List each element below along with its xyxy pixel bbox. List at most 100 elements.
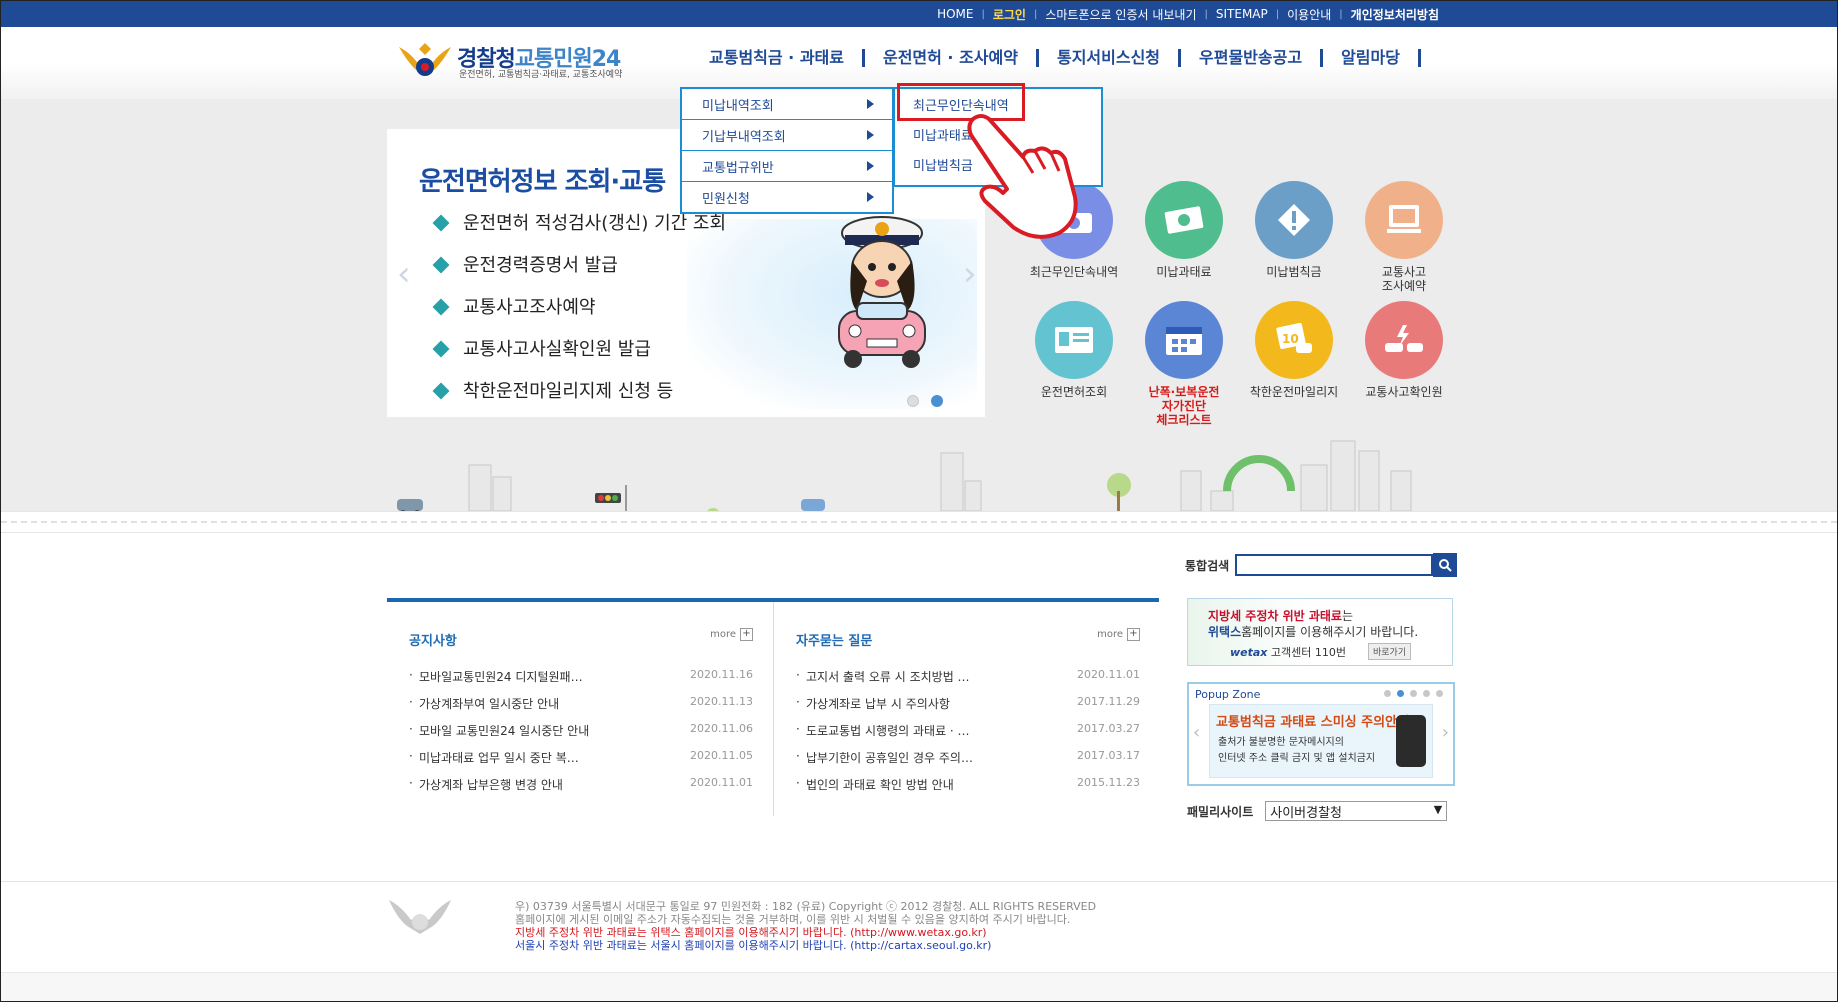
nav-fines[interactable]: 교통범칙금 · 과태료 (691, 49, 865, 67)
nav-mail-return[interactable]: 우편물반송공고 (1181, 49, 1324, 67)
list-item[interactable]: 가상계좌 납부은행 변경 안내2020.11.01 (409, 776, 753, 803)
menu-unpaid-inquiry[interactable]: 미납내역조회 (682, 89, 892, 120)
footer-text: 우) 03739 서울특별시 서대문구 통일로 97 민원전화 : 182 (유… (515, 900, 1096, 952)
quick-label: 교통사고확인원 (1365, 385, 1443, 399)
popup-next-icon[interactable]: › (1442, 722, 1449, 743)
quick-license-inquiry[interactable]: 운전면허조회 (1019, 301, 1129, 399)
diamond-bullet-icon (432, 214, 450, 232)
main-nav: 교통범칙금 · 과태료 운전면허 · 조사예약 통지서비스신청 우편물반송공고 … (691, 49, 1421, 67)
faq-more-button[interactable]: more + (1097, 628, 1140, 641)
popup-banner[interactable]: 교통범칙금 과태료 스미싱 주의안내 출처가 불분명한 문자메시지의 인터넷 주… (1209, 704, 1433, 778)
notice-more-button[interactable]: more + (710, 628, 753, 641)
top-links: HOME | 로그인 | 스마트폰으로 인증서 내보내기 | SITEMAP | 이용안… (929, 1, 1447, 27)
popup-title: Popup Zone (1195, 688, 1261, 701)
list-item[interactable]: 고지서 출력 오류 시 조치방법 …2020.11.01 (796, 668, 1140, 695)
footer-seoul-notice[interactable]: 서울시 주정차 위반 과태료는 서울시 홈페이지를 이용해주시기 바랍니다. (… (515, 939, 1096, 952)
menu-paid-inquiry[interactable]: 기납부내역조회 (682, 120, 892, 151)
plus-icon: + (740, 628, 753, 641)
home-link[interactable]: HOME (929, 7, 981, 21)
popup-line3: 인터넷 주소 클릭 금지 및 앱 설치금지 (1218, 753, 1376, 764)
family-site: 패밀리사이트 사이버경찰청 ▼ (1187, 801, 1448, 821)
diamond-bullet-icon (432, 340, 450, 358)
footer-bar (1, 972, 1837, 1001)
slider-heading: 운전면허정보 조회·교통 (419, 167, 666, 197)
nav-notify[interactable]: 통지서비스신청 (1039, 49, 1182, 67)
popup-dot[interactable] (1384, 690, 1391, 697)
list-item[interactable]: 납부기한이 공휴일인 경우 주의…2017.03.17 (796, 749, 1140, 776)
footer-address: 우) 03739 서울특별시 서대문구 통일로 97 민원전화 : 182 (유… (515, 900, 1097, 913)
banner-line1: 지방세 주정차 위반 과태료는 (1208, 609, 1354, 623)
slider-item[interactable]: 교통사고사실확인원 발급 (432, 339, 726, 381)
family-label: 패밀리사이트 (1187, 804, 1254, 819)
slider-next-icon[interactable]: › (963, 257, 977, 291)
diamond-bullet-icon (432, 382, 450, 400)
slider-item[interactable]: 착한운전마일리지제 신청 등 (432, 381, 726, 423)
slider-item[interactable]: 운전경력증명서 발급 (432, 255, 726, 297)
list-item[interactable]: 법인의 과태료 확인 방법 안내2015.11.23 (796, 776, 1140, 803)
faq-title[interactable]: 자주묻는 질문 (796, 630, 872, 649)
quick-unpaid-penalty[interactable]: 미납범칙금 (1239, 181, 1349, 279)
popup-line2: 출처가 불분명한 문자메시지의 (1218, 737, 1344, 748)
popup-dot-active[interactable] (1397, 690, 1404, 697)
list-item[interactable]: 모바일교통민원24 디지털원패…2020.11.16 (409, 668, 753, 695)
wetax-banner[interactable]: 지방세 주정차 위반 과태료는 위택스홈페이지를 이용해주시기 바랍니다. we… (1187, 598, 1453, 666)
footer: 우) 03739 서울특별시 서대문구 통일로 97 민원전화 : 182 (유… (1, 881, 1837, 1001)
popup-dot[interactable] (1410, 690, 1417, 697)
monitor-icon (1365, 181, 1443, 259)
money-icon (1145, 181, 1223, 259)
quick-mileage[interactable]: 10 착한운전마일리지 (1239, 301, 1349, 399)
phone-icon (1396, 715, 1426, 767)
search-input[interactable] (1235, 554, 1434, 576)
notice-list: 모바일교통민원24 디지털원패…2020.11.16 가상계좌부여 일시중단 안… (409, 668, 753, 803)
footer-emblem-icon (389, 900, 451, 934)
slider-dots (907, 395, 943, 407)
dropdown-menu-level1: 미납내역조회 기납부내역조회 교통법규위반 민원신청 (680, 87, 894, 214)
export-cert-link[interactable]: 스마트폰으로 인증서 내보내기 (1037, 6, 1204, 23)
faq-list: 고지서 출력 오류 시 조치방법 …2020.11.01 가상계좌로 납부 시 … (796, 668, 1140, 803)
slider-dot[interactable] (907, 395, 919, 407)
license-icon (1035, 301, 1113, 379)
popup-prev-icon[interactable]: ‹ (1193, 722, 1200, 743)
popup-dot[interactable] (1436, 690, 1443, 697)
road-dash (1, 521, 1837, 523)
wetax-logo: wetax (1230, 646, 1268, 659)
quick-aggressive-driving[interactable]: 난폭·보복운전 자가진단 체크리스트 (1129, 301, 1239, 427)
diamond-bullet-icon (432, 256, 450, 274)
login-link[interactable]: 로그인 (985, 6, 1034, 23)
guide-link[interactable]: 이용안내 (1279, 6, 1339, 23)
chevron-down-icon: ▼ (1433, 803, 1443, 816)
checklist-icon (1145, 301, 1223, 379)
list-item[interactable]: 가상계좌로 납부 시 주의사항2017.11.29 (796, 695, 1140, 722)
logo-subtitle: 운전면허, 교통범칙금·과태료, 교통조사예약 (459, 70, 623, 80)
quick-unpaid-fine[interactable]: 미납과태료 (1129, 181, 1239, 279)
wetax-go-button[interactable]: 바로가기 (1368, 643, 1412, 660)
quick-label: 난폭·보복운전 자가진단 체크리스트 (1148, 385, 1220, 427)
slider-prev-icon[interactable]: ‹ (397, 257, 411, 291)
sitemap-link[interactable]: SITEMAP (1208, 7, 1276, 21)
slider-dot-active[interactable] (931, 395, 943, 407)
diamond-bullet-icon (432, 298, 450, 316)
slider-item[interactable]: 운전면허 적성검사(갱신) 기간 조회 (432, 213, 726, 255)
list-item[interactable]: 미납과태료 업무 일시 중단 복…2020.11.05 (409, 749, 753, 776)
popup-dot[interactable] (1423, 690, 1430, 697)
search-button[interactable] (1433, 553, 1458, 577)
list-item[interactable]: 모바일 교통민원24 일시중단 안내2020.11.06 (409, 722, 753, 749)
slider-item[interactable]: 교통사고조사예약 (432, 297, 726, 339)
quick-accident-certificate[interactable]: 교통사고확인원 (1349, 301, 1459, 399)
list-item[interactable]: 가상계좌부여 일시중단 안내2020.11.13 (409, 695, 753, 722)
family-site-select[interactable]: 사이버경찰청 ▼ (1265, 801, 1448, 821)
menu-violation[interactable]: 교통법규위반 (682, 151, 892, 182)
menu-petition[interactable]: 민원신청 (682, 182, 892, 212)
notice-title[interactable]: 공지사항 (409, 630, 457, 649)
nav-notice[interactable]: 알림마당 (1323, 49, 1421, 67)
banner-line3: wetax 고객센터 110번 (1230, 646, 1346, 659)
site-logo[interactable]: 경찰청교통민원24 운전면허, 교통범칙금·과태료, 교통조사예약 (397, 39, 632, 83)
submenu-arrow-icon (867, 192, 874, 202)
quick-accident-reserve[interactable]: 교통사고 조사예약 (1349, 181, 1459, 293)
mileage-icon: 10 (1255, 301, 1333, 379)
privacy-link[interactable]: 개인정보처리방침 (1343, 6, 1447, 23)
footer-wetax-notice[interactable]: 지방세 주정차 위반 과태료는 위택스 홈페이지를 이용해주시기 바랍니다. (… (515, 926, 1096, 939)
slider-list: 운전면허 적성검사(갱신) 기간 조회 운전경력증명서 발급 교통사고조사예약 … (432, 213, 726, 423)
list-item[interactable]: 도로교통법 시행령의 과태료 · …2017.03.27 (796, 722, 1140, 749)
nav-license[interactable]: 운전면허 · 조사예약 (865, 49, 1039, 67)
